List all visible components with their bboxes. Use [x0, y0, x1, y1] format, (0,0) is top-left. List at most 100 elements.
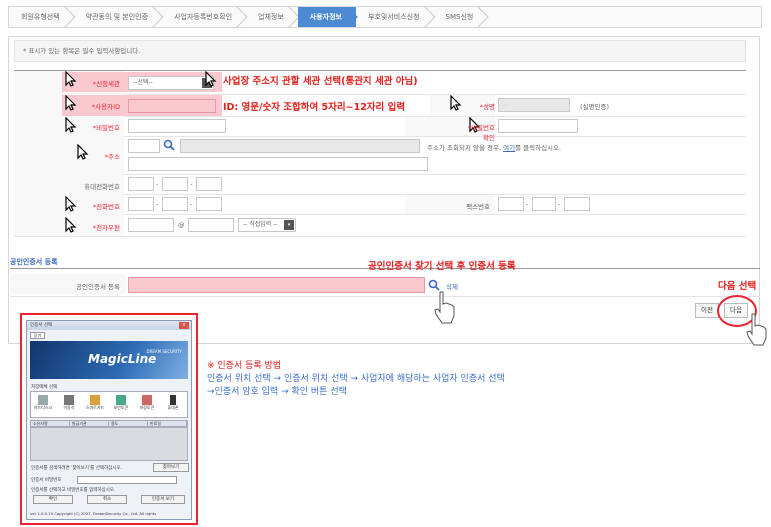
- chevron-down-icon: ▾: [284, 220, 294, 230]
- step-label: 업체정보: [258, 13, 284, 21]
- howto-title: ※ 인증서 등록 방법: [207, 361, 282, 371]
- step-label: 약관동의 및 본인인증: [85, 13, 149, 21]
- phone-icon: [170, 395, 176, 405]
- step-label: 부호및서비스신청: [368, 13, 420, 21]
- password-input[interactable]: [128, 119, 226, 133]
- phone-input-3[interactable]: [196, 197, 222, 211]
- brand-logo: MagicLine: [88, 352, 157, 366]
- store-phone[interactable]: 휴대폰: [163, 395, 183, 415]
- smartcard-icon: [90, 395, 100, 405]
- customs-select[interactable]: --선택--▾: [128, 76, 214, 90]
- cursor-icon: [434, 291, 455, 324]
- step-3: 사업자등록번호확인: [162, 7, 248, 27]
- dialog-title: 인증서 선택: [27, 321, 191, 330]
- step-label: 회원유형선택: [21, 13, 60, 21]
- magicline-banner: MagicLine DREAM SECURITY: [30, 341, 188, 379]
- cert-bottom-border: [10, 296, 760, 297]
- view-cert-button[interactable]: 인증서 보기: [141, 495, 185, 504]
- ok-button[interactable]: 확인: [33, 495, 73, 504]
- dash: -: [526, 200, 529, 208]
- step-7: SMS신청: [434, 7, 490, 27]
- name-input[interactable]: ․․․: [498, 98, 570, 112]
- address-main-input[interactable]: [180, 139, 420, 153]
- cert-grid-body[interactable]: [30, 427, 188, 461]
- prev-button[interactable]: 이전: [695, 303, 719, 318]
- step-label: 사업자등록번호확인: [174, 13, 233, 21]
- dialog-tab[interactable]: 닫기: [30, 332, 46, 339]
- email-label: *전자우편: [92, 224, 120, 232]
- mobile-label: 휴대전화번호: [84, 183, 120, 191]
- store-removable[interactable]: 이동식: [59, 395, 79, 415]
- customs-label: *신청세관: [92, 80, 120, 88]
- store-security-token[interactable]: 보안토큰: [111, 395, 131, 415]
- password-label: *비밀번호: [92, 124, 120, 132]
- cert-grid-header: 소유자명 발급기관 용도 만료일: [30, 420, 188, 427]
- email-id-input[interactable]: [128, 218, 174, 232]
- cancel-button[interactable]: 취소: [87, 495, 127, 504]
- cert-password-input[interactable]: [77, 476, 177, 484]
- howto-line: 인증서 위치 선택 → 인증서 위치 선택 → 사업자에 해당하는 사업자 인증…: [207, 374, 505, 384]
- email-domain-input[interactable]: [188, 218, 234, 232]
- close-icon[interactable]: x: [179, 322, 189, 329]
- find-button[interactable]: 찾아보기: [153, 463, 189, 472]
- mobile-input-2[interactable]: [162, 177, 188, 191]
- dialog-footer: ver 1.0.0.15 Copyright (C) 2007, DreamSe…: [30, 511, 157, 516]
- phone-input-1[interactable]: [128, 197, 154, 211]
- name-label: *성명: [479, 103, 495, 111]
- userid-label: *사용자ID: [91, 103, 120, 111]
- step-label: SMS신청: [445, 13, 474, 21]
- step-1: 회원유형선택: [9, 7, 76, 27]
- dash: -: [156, 200, 159, 208]
- store-smartcard[interactable]: 스마트카드: [85, 395, 105, 415]
- row-divider: [14, 236, 746, 237]
- cert-label: 공인인증서 등록: [76, 283, 120, 291]
- address-label: *주소: [104, 153, 120, 161]
- zipcode-input[interactable]: [128, 139, 160, 153]
- step-label: 사용자정보: [309, 13, 342, 21]
- fax-input-2[interactable]: [532, 197, 556, 211]
- address-note: 주소가 조회되지 않을 경우, 여기를 클릭하십시오.: [427, 144, 562, 152]
- step-arrow-icon: [477, 7, 490, 27]
- save-token-icon: [142, 395, 152, 405]
- harddisk-icon: [38, 395, 48, 405]
- brand-sub: DREAM SECURITY: [146, 349, 182, 354]
- email-domain-select[interactable]: -- 직접입력 -- ▾: [238, 218, 296, 232]
- cursor-icon: [746, 313, 767, 346]
- grid-header-cell: 발급기관: [70, 421, 109, 426]
- step-5: 사용자정보: [297, 7, 358, 27]
- usb-icon: [64, 395, 74, 405]
- dash: -: [558, 200, 561, 208]
- pointer-hand-icon: [205, 71, 217, 87]
- fax-input-1[interactable]: [498, 197, 524, 211]
- customs-annotation: 사업장 주소지 관할 세관 선택(통관지 세관 아님): [223, 76, 418, 87]
- cert-section-title: 공인인증서 등록: [10, 258, 58, 266]
- address-detail-input[interactable]: [128, 157, 428, 171]
- token-icon: [116, 395, 126, 405]
- pw-label: 인증서 비밀번호: [31, 478, 62, 483]
- pw-hint: 인증서를 선택하고 비밀번호를 입력하십시오.: [31, 488, 116, 493]
- fax-input-3[interactable]: [564, 197, 590, 211]
- dialog-hint: 인증서를 검색하려면 '찾아보기'를 선택하십시오.: [31, 466, 122, 471]
- required-notice: * 표시가 있는 항목은 필수 입력사항입니다.: [14, 40, 746, 62]
- mobile-input-1[interactable]: [128, 177, 154, 191]
- cert-input[interactable]: [128, 277, 425, 293]
- store-save-token[interactable]: 저장토큰: [137, 395, 157, 415]
- password-confirm-input[interactable]: [498, 119, 578, 133]
- userid-annotation: ID: 영문/숫자 조합하여 5자리~12자리 입력: [223, 102, 406, 113]
- address-search-button[interactable]: [163, 139, 179, 153]
- cert-annotation: 공인인증서 찾기 선택 후 인증서 등록: [368, 261, 516, 272]
- phone-input-2[interactable]: [162, 197, 188, 211]
- address-help-link[interactable]: 여기: [503, 144, 515, 152]
- step-6: 부호및서비스신청: [356, 7, 436, 27]
- mobile-input-3[interactable]: [196, 177, 222, 191]
- howto-text: ※ 인증서 등록 방법 인증서 위치 선택 → 인증서 위치 선택 → 사업자에…: [207, 360, 505, 399]
- store-harddisk[interactable]: 하드디스크: [33, 395, 53, 415]
- howto-line: →인증서 암호 입력 → 확인 버튼 선택: [207, 387, 347, 397]
- userid-input[interactable]: [128, 99, 216, 113]
- grid-header-cell: 만료일: [148, 421, 187, 426]
- dash: -: [190, 180, 193, 188]
- realname-check-text: (실명인증): [580, 103, 609, 111]
- grid-header-cell: 용도: [109, 421, 148, 426]
- next-annotation: 다음 선택: [718, 281, 757, 292]
- fax-label: 팩스번호: [466, 203, 490, 211]
